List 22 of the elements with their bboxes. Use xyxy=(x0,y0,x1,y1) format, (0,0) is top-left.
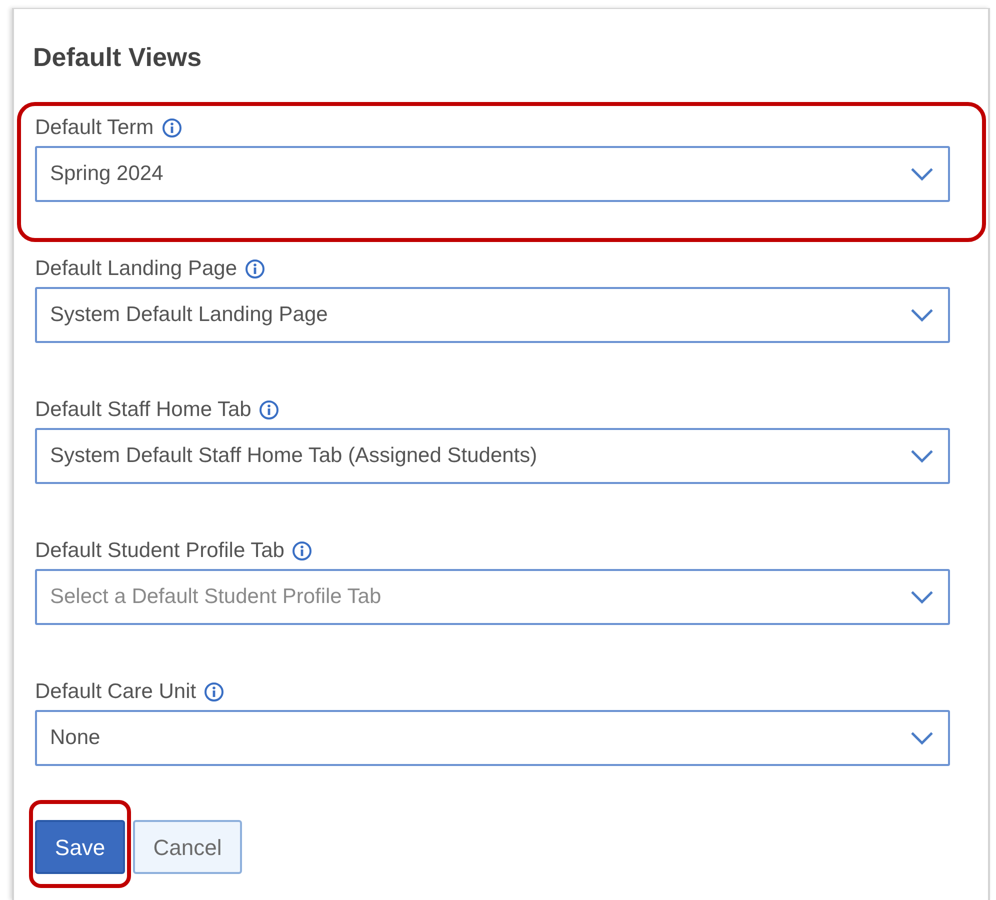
field-label: Default Landing Page xyxy=(35,256,237,282)
field-label: Default Staff Home Tab xyxy=(35,397,252,424)
chevron-down-icon xyxy=(910,731,934,745)
chevron-down-icon xyxy=(910,308,934,322)
dropdown-select[interactable]: Spring 2024 xyxy=(35,146,950,202)
field-label: Default Student Profile Tab xyxy=(35,538,284,564)
field-label: Default Care Unit xyxy=(35,679,196,706)
info-icon[interactable] xyxy=(292,541,312,561)
chevron-down-icon xyxy=(910,590,934,604)
dropdown-select[interactable]: System Default Landing Page xyxy=(35,287,950,343)
chevron-down-icon xyxy=(910,167,934,181)
dropdown-select[interactable]: None xyxy=(35,710,950,766)
info-icon[interactable] xyxy=(245,259,265,279)
info-icon[interactable] xyxy=(162,118,182,138)
info-icon[interactable] xyxy=(204,682,224,702)
cancel-button[interactable]: Cancel xyxy=(133,820,242,874)
dropdown-select[interactable]: System Default Staff Home Tab (Assigned Students) xyxy=(35,428,950,484)
chevron-down-icon xyxy=(910,449,934,463)
info-icon[interactable] xyxy=(259,400,280,420)
field-label: Default Term xyxy=(35,115,154,142)
save-button[interactable]: Save xyxy=(35,820,125,874)
panel-title: Default Views xyxy=(33,41,203,74)
